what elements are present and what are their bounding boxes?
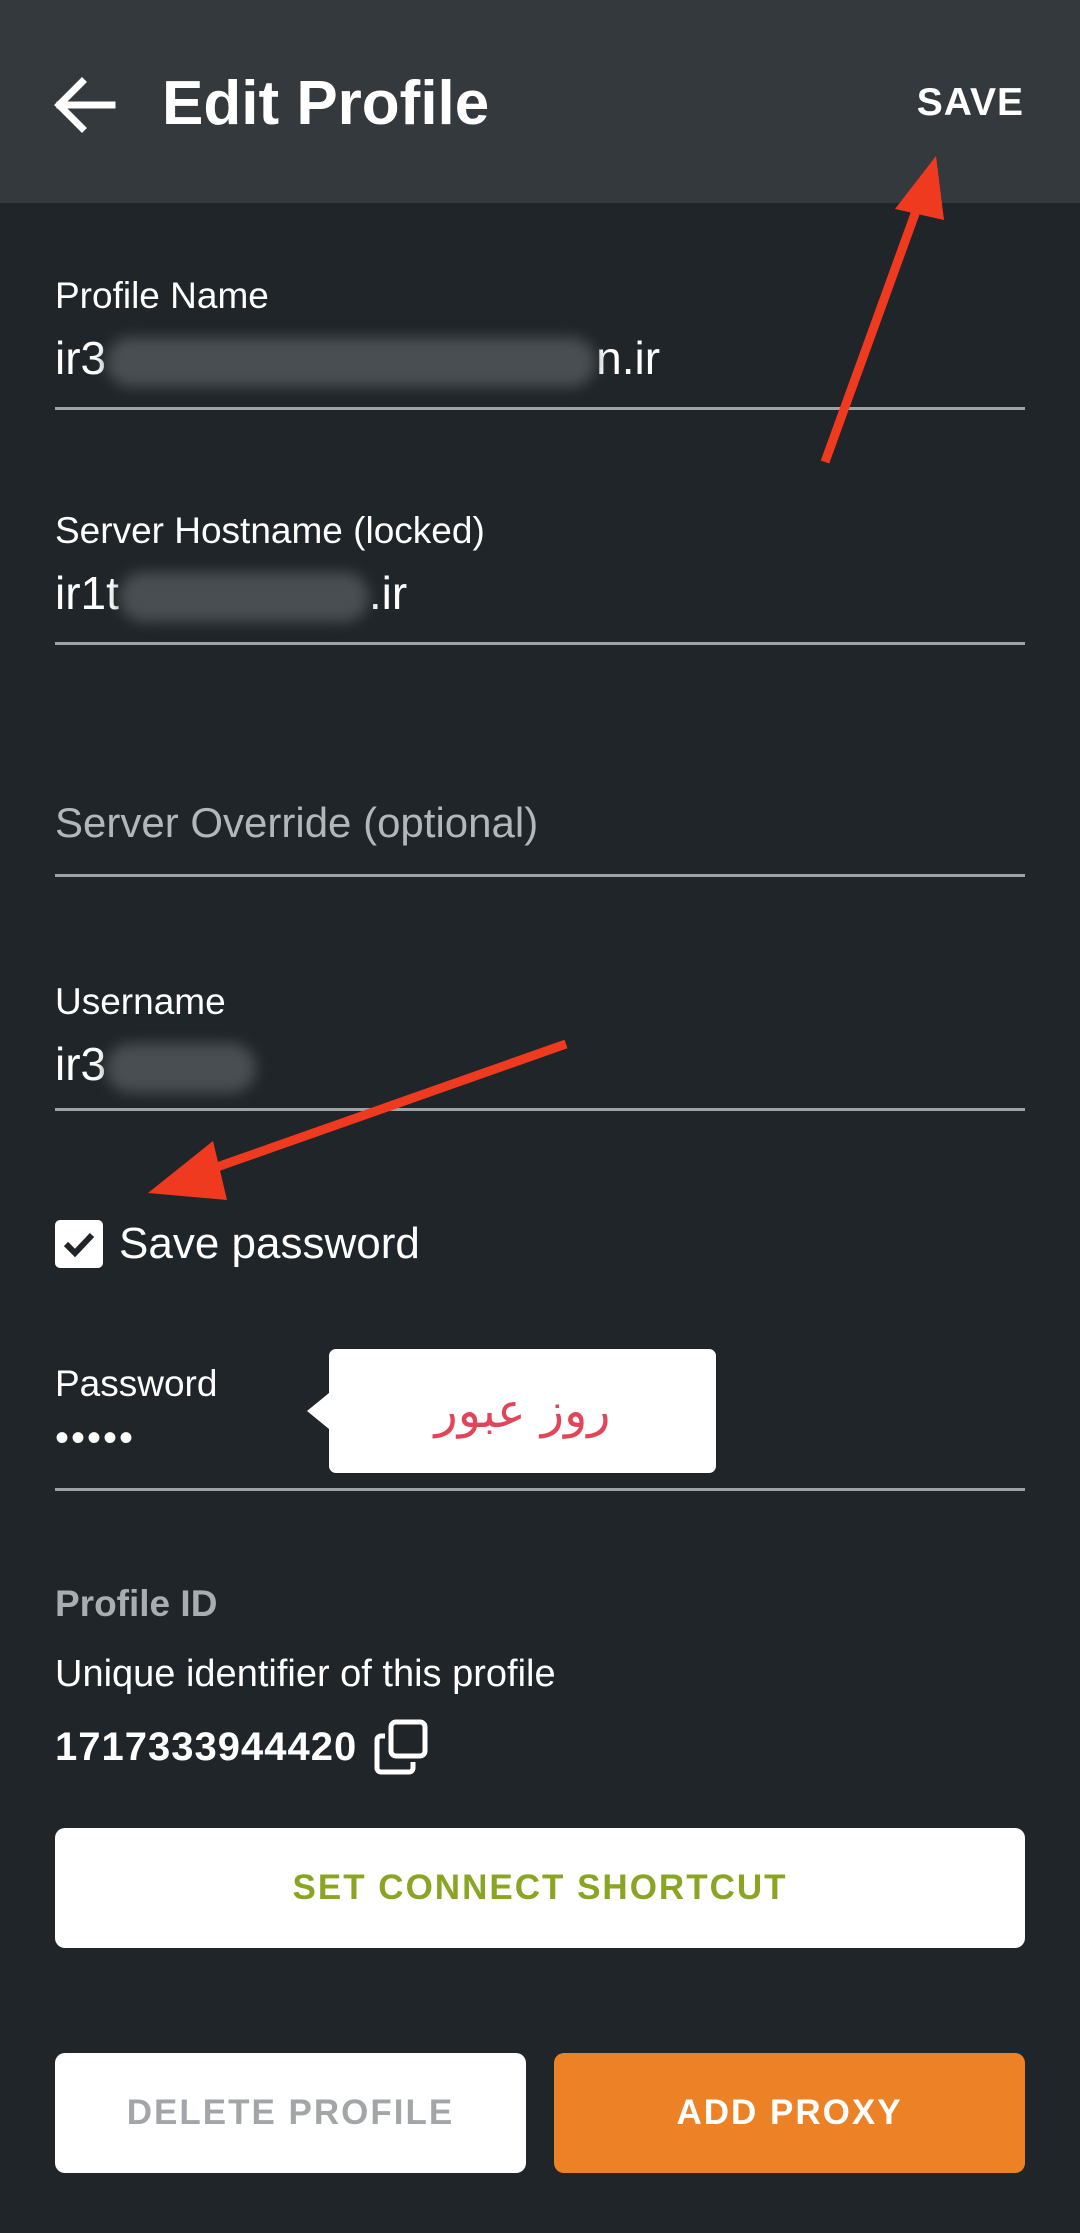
annotation-tooltip: روز عبور	[307, 1348, 717, 1474]
profile-id-title: Profile ID	[55, 1583, 218, 1624]
arrow-left-icon	[54, 77, 116, 133]
page-title: Edit Profile	[162, 69, 490, 138]
profile-name-field[interactable]: Profile Name ir3 n.ir	[55, 274, 1025, 410]
profile-name-value[interactable]: ir3 n.ir	[55, 330, 1025, 387]
checkmark-icon	[63, 1232, 95, 1258]
redaction-blur	[118, 571, 369, 622]
save-password-checkbox[interactable]	[55, 1220, 103, 1268]
save-button[interactable]: SAVE	[917, 78, 1024, 128]
redaction-blur	[106, 1042, 257, 1093]
profile-name-suffix: n.ir	[596, 332, 661, 384]
field-underline	[55, 407, 1025, 410]
profile-id-description: Unique identifier of this profile	[55, 1653, 556, 1695]
username-label: Username	[55, 981, 226, 1022]
copy-icon[interactable]	[373, 1718, 431, 1776]
field-underline	[55, 642, 1025, 645]
profile-name-label: Profile Name	[55, 275, 269, 316]
username-value[interactable]: ir3	[55, 1036, 1025, 1093]
back-button[interactable]	[50, 70, 120, 140]
delete-profile-button[interactable]: DELETE PROFILE	[55, 2053, 526, 2173]
annotation-tooltip-text: روز عبور	[434, 1383, 611, 1439]
server-hostname-prefix: ir1t	[55, 567, 119, 619]
server-hostname-label: Server Hostname (locked)	[55, 510, 485, 551]
field-underline	[55, 1108, 1025, 1111]
add-proxy-button[interactable]: ADD PROXY	[554, 2053, 1025, 2173]
save-password-row[interactable]: Save password	[55, 1214, 420, 1274]
profile-id-value: 1717333944420	[55, 1724, 358, 1769]
redaction-blur	[106, 336, 597, 387]
username-field[interactable]: Username ir3	[55, 980, 1025, 1111]
field-underline	[55, 1488, 1025, 1491]
field-underline	[55, 874, 1025, 877]
server-hostname-suffix: .ir	[368, 567, 408, 619]
server-hostname-field: Server Hostname (locked) ir1t .ir	[55, 509, 1025, 645]
username-prefix: ir3	[55, 1038, 107, 1090]
server-override-field[interactable]: Server Override (optional)	[55, 795, 1025, 877]
server-override-placeholder: Server Override (optional)	[55, 799, 539, 846]
profile-name-prefix: ir3	[55, 332, 107, 384]
app-bar: Edit Profile SAVE	[0, 0, 1080, 203]
set-connect-shortcut-button[interactable]: SET CONNECT SHORTCUT	[55, 1828, 1025, 1948]
profile-id-row: 1717333944420	[55, 1718, 431, 1776]
server-hostname-value: ir1t .ir	[55, 565, 1025, 622]
save-password-label: Save password	[119, 1219, 420, 1268]
